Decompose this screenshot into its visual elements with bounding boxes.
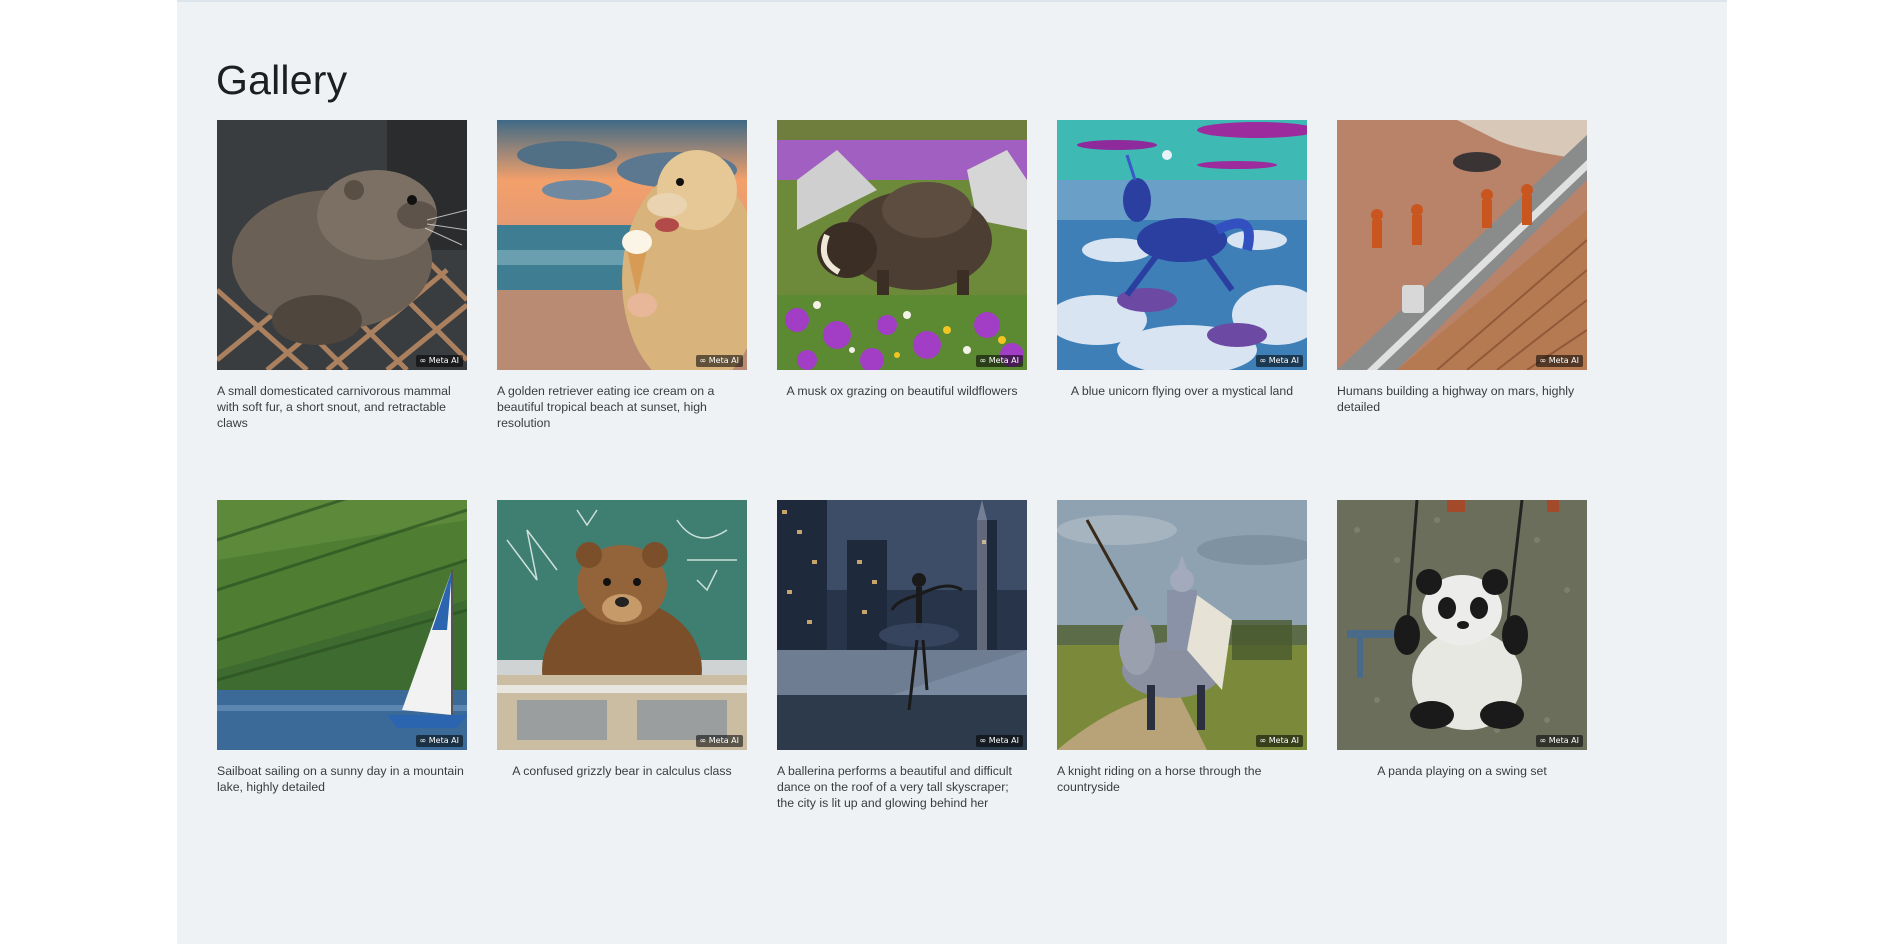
mars-highway-image bbox=[1337, 120, 1587, 370]
musk-ox-image bbox=[777, 120, 1027, 370]
meta-ai-watermark: ∞ Meta AI bbox=[1535, 355, 1583, 367]
image-caption: A panda playing on a swing set bbox=[1377, 764, 1547, 778]
unicorn-image bbox=[1057, 120, 1307, 370]
gallery-card[interactable]: ∞ Meta AI Humans building a highway on m… bbox=[1337, 120, 1587, 500]
meta-ai-watermark: ∞ Meta AI bbox=[415, 355, 463, 367]
gallery-grid: ∞ Meta AI A small domesticated carnivoro… bbox=[217, 120, 1587, 880]
gallery-image-ballerina[interactable]: ∞ Meta AI bbox=[777, 500, 1027, 750]
ferret-image bbox=[217, 120, 467, 370]
page-title: Gallery bbox=[216, 57, 348, 103]
gallery-card[interactable]: ∞ Meta AI A ballerina performs a beautif… bbox=[777, 500, 1027, 880]
meta-ai-watermark: ∞ Meta AI bbox=[1255, 735, 1303, 747]
image-caption: A blue unicorn flying over a mystical la… bbox=[1070, 384, 1294, 398]
gallery-image-dog-beach[interactable]: ∞ Meta AI bbox=[497, 120, 747, 370]
gallery-card[interactable]: ∞ Meta AI A panda playing on a swing set bbox=[1337, 500, 1587, 880]
gallery-image-knight[interactable]: ∞ Meta AI bbox=[1057, 500, 1307, 750]
image-caption: A small domesticated carnivorous mammal … bbox=[217, 384, 451, 430]
gallery-image-sailboat[interactable]: ∞ Meta AI bbox=[217, 500, 467, 750]
gallery-card[interactable]: ∞ Meta AI A small domesticated carnivoro… bbox=[217, 120, 467, 500]
image-caption: A ballerina performs a beautiful and dif… bbox=[777, 764, 1012, 810]
meta-ai-watermark: ∞ Meta AI bbox=[695, 735, 743, 747]
gallery-card[interactable]: ∞ Meta AI A golden retriever eating ice … bbox=[497, 120, 747, 500]
image-caption: A knight riding on a horse through the c… bbox=[1057, 764, 1262, 794]
meta-ai-watermark: ∞ Meta AI bbox=[1535, 735, 1583, 747]
meta-ai-watermark: ∞ Meta AI bbox=[1255, 355, 1303, 367]
gallery-card[interactable]: ∞ Meta AI Sailboat sailing on a sunny da… bbox=[217, 500, 467, 880]
gallery-image-unicorn[interactable]: ∞ Meta AI bbox=[1057, 120, 1307, 370]
image-caption: A confused grizzly bear in calculus clas… bbox=[512, 764, 732, 778]
meta-ai-watermark: ∞ Meta AI bbox=[975, 735, 1023, 747]
gallery-card[interactable]: ∞ Meta AI A musk ox grazing on beautiful… bbox=[777, 120, 1027, 500]
gallery-page: Gallery ∞ Meta AI A small domesticated c… bbox=[177, 0, 1727, 944]
gallery-image-ferret[interactable]: ∞ Meta AI bbox=[217, 120, 467, 370]
gallery-image-bear-class[interactable]: ∞ Meta AI bbox=[497, 500, 747, 750]
ballerina-image bbox=[777, 500, 1027, 750]
gallery-image-panda[interactable]: ∞ Meta AI bbox=[1337, 500, 1587, 750]
gallery-card[interactable]: ∞ Meta AI A blue unicorn flying over a m… bbox=[1057, 120, 1307, 500]
gallery-image-mars-highway[interactable]: ∞ Meta AI bbox=[1337, 120, 1587, 370]
meta-ai-watermark: ∞ Meta AI bbox=[415, 735, 463, 747]
panda-image bbox=[1337, 500, 1587, 750]
image-caption: A musk ox grazing on beautiful wildflowe… bbox=[786, 384, 1018, 398]
dog-beach-image bbox=[497, 120, 747, 370]
image-caption: Humans building a highway on mars, highl… bbox=[1337, 384, 1575, 414]
sailboat-image bbox=[217, 500, 467, 750]
meta-ai-watermark: ∞ Meta AI bbox=[975, 355, 1023, 367]
gallery-image-musk-ox[interactable]: ∞ Meta AI bbox=[777, 120, 1027, 370]
bear-class-image bbox=[497, 500, 747, 750]
image-caption: Sailboat sailing on a sunny day in a mou… bbox=[217, 764, 464, 794]
image-caption: A golden retriever eating ice cream on a… bbox=[497, 384, 715, 430]
knight-image bbox=[1057, 500, 1307, 750]
gallery-card[interactable]: ∞ Meta AI A knight riding on a horse thr… bbox=[1057, 500, 1307, 880]
gallery-card[interactable]: ∞ Meta AI A confused grizzly bear in cal… bbox=[497, 500, 747, 880]
meta-ai-watermark: ∞ Meta AI bbox=[695, 355, 743, 367]
